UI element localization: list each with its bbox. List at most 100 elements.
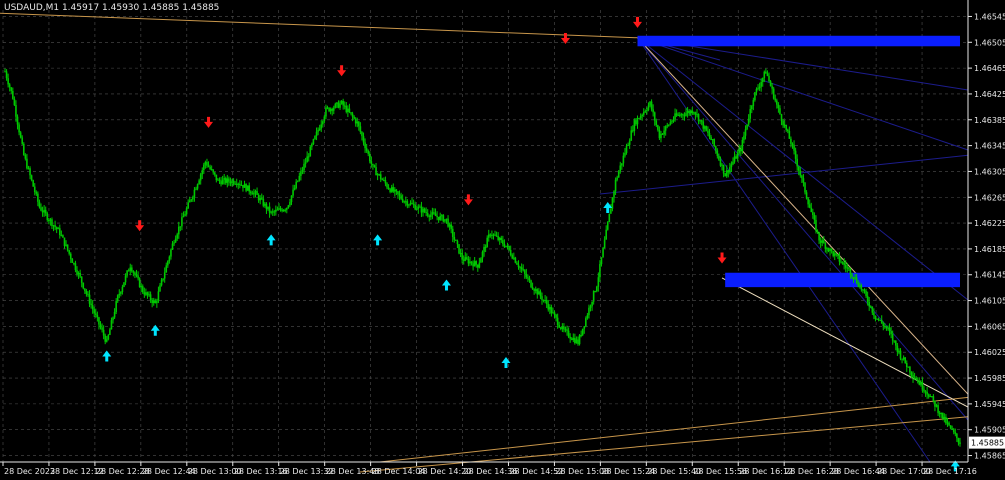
candle-body: [276, 209, 279, 211]
candle-body: [738, 149, 741, 153]
candle-body: [383, 179, 385, 181]
candle-body: [18, 124, 20, 133]
candle-body: [941, 412, 944, 419]
candle-body: [682, 114, 684, 116]
candle-body: [725, 170, 728, 177]
candle-body: [79, 272, 81, 277]
candle-body: [949, 425, 952, 429]
candle-body: [345, 105, 348, 113]
candle-body: [397, 191, 399, 195]
candle-body: [649, 101, 651, 106]
candle-body: [406, 201, 409, 206]
candle-body: [769, 81, 772, 87]
candle-body: [689, 110, 692, 114]
candle-body: [120, 291, 122, 294]
candle-body: [309, 146, 312, 157]
candle-body: [473, 261, 476, 267]
candle-body: [138, 278, 141, 288]
candle-body: [193, 189, 196, 197]
candle-body: [328, 107, 330, 112]
candle-body: [445, 218, 448, 220]
candle-body: [810, 207, 813, 213]
candle-body: [154, 300, 157, 304]
candle-body: [118, 293, 121, 296]
candle-body: [943, 416, 946, 419]
candle-body: [354, 118, 357, 124]
candle-body: [87, 293, 89, 295]
candle-body: [76, 270, 78, 275]
candle-body: [237, 183, 240, 185]
y-tick-label: 1.46145: [974, 271, 1005, 280]
candle-body: [492, 234, 495, 236]
candle-body: [146, 292, 149, 296]
candle-body: [115, 301, 117, 312]
candle-body: [603, 239, 606, 248]
candle-body: [159, 285, 161, 292]
candle-body: [27, 168, 30, 170]
candle-body: [440, 215, 443, 217]
candle-body: [816, 230, 819, 233]
candle-body: [58, 228, 61, 236]
candle-body: [401, 198, 404, 202]
candle-body: [721, 164, 723, 166]
candle-body: [503, 243, 506, 247]
candle-body: [880, 320, 883, 324]
candle-body: [868, 301, 870, 307]
candle-body: [827, 248, 830, 252]
candle-body: [353, 116, 355, 119]
candle-body: [167, 260, 169, 266]
candle-body: [946, 422, 949, 424]
candle-body: [952, 429, 955, 433]
candle-body: [395, 189, 398, 192]
candle-body: [934, 400, 936, 407]
candle-body: [705, 126, 708, 131]
candle-body: [650, 101, 653, 110]
candle-body: [708, 133, 711, 138]
candle-body: [453, 236, 456, 240]
candle-body: [777, 104, 780, 109]
candle-body: [525, 273, 528, 278]
candle-body: [700, 120, 703, 122]
candle-body: [614, 179, 617, 192]
candle-body: [41, 210, 44, 213]
candle-body: [732, 161, 734, 165]
candle-body: [96, 314, 99, 318]
candle-body: [254, 191, 257, 193]
candle-body: [494, 234, 496, 236]
candle-body: [412, 203, 415, 205]
candle-body: [736, 152, 739, 159]
candle-body: [40, 207, 42, 211]
candle-body: [691, 110, 694, 114]
candle-body: [586, 315, 589, 319]
candle-body: [600, 257, 603, 265]
candle-body: [902, 357, 905, 360]
candle-body: [37, 193, 39, 202]
candle-body: [19, 132, 22, 138]
candle-body: [282, 209, 285, 212]
candle-body: [921, 381, 924, 390]
candle-body: [948, 422, 950, 426]
candle-body: [556, 317, 559, 326]
candle-body: [516, 262, 518, 265]
candle-body: [206, 161, 208, 166]
candle-body: [559, 327, 562, 329]
candle-body: [207, 165, 210, 167]
candle-body: [876, 318, 878, 320]
candle-body: [210, 169, 213, 171]
candle-body: [639, 116, 642, 119]
y-tick-label: 1.46345: [974, 142, 1005, 151]
candle-body: [733, 156, 736, 162]
candle-body: [508, 245, 510, 250]
candle-body: [359, 126, 362, 133]
candle-body: [199, 174, 202, 181]
candle-body: [685, 113, 687, 116]
candle-body: [275, 209, 277, 212]
price-chart[interactable]: 1.46545 1.46505 1.46465 1.46425 1.46385 1.463…: [0, 0, 1005, 480]
candle-body: [605, 229, 607, 240]
candle-body: [174, 238, 177, 243]
candle-body: [486, 237, 488, 248]
candle-body: [417, 206, 420, 209]
candle-body: [188, 200, 191, 203]
candle-body: [370, 161, 373, 164]
candle-body: [710, 137, 712, 140]
